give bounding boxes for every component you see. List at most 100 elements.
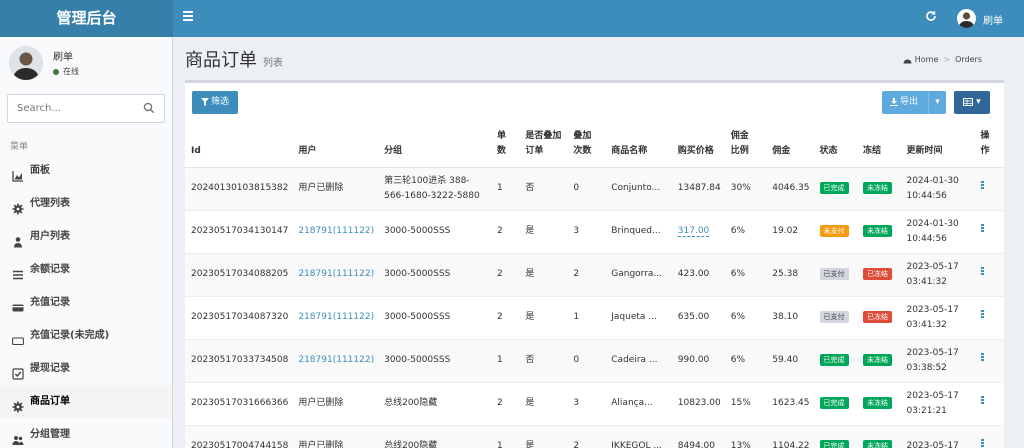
breadcrumb-home[interactable]: Home: [915, 55, 939, 64]
row-actions-menu-icon[interactable]: [980, 224, 984, 233]
gear-icon: [12, 394, 24, 413]
col-group: 分组: [378, 124, 491, 168]
cell-product: IKKEGOL ...: [611, 441, 662, 448]
cell-count: 2: [496, 312, 503, 322]
card-outline-icon: [12, 328, 24, 346]
cell-id: 20230517034088205: [191, 269, 289, 279]
sidebar-item[interactable]: 代理列表: [0, 187, 172, 220]
cell-count: 2: [496, 398, 503, 408]
cell-price[interactable]: 317.00: [677, 226, 710, 237]
cell-group: 总线200隐藏: [384, 441, 438, 448]
status-badge: 已完成: [819, 354, 849, 366]
col-rate: 佣金比例: [724, 124, 767, 168]
sidebar-item[interactable]: 充值记录: [0, 286, 172, 319]
export-dropdown-caret-icon[interactable]: ▾: [928, 91, 946, 114]
cell-stack-times: 0: [573, 355, 580, 365]
status-badge: 已完成: [819, 182, 849, 194]
cell-product: Conjunto...: [611, 183, 661, 193]
cell-updated-date: 2023-05-17: [906, 347, 959, 358]
cell-group: 第三轮100进杀 388-566-1680-3222-5880: [384, 175, 480, 201]
breadcrumb: Home > Orders: [903, 55, 982, 64]
search-input[interactable]: [8, 95, 133, 122]
refresh-icon[interactable]: [925, 10, 937, 27]
cell-group: 3000-5000SSS: [384, 269, 451, 279]
col-id[interactable]: Id: [185, 124, 293, 168]
cell-updated-time: 10:44:56: [906, 233, 947, 244]
col-stacked: 是否叠加订单: [519, 124, 568, 168]
sidebar-item[interactable]: 充值记录(未完成): [0, 319, 172, 352]
user-avatar[interactable]: [957, 9, 976, 28]
row-actions-menu-icon[interactable]: [980, 310, 984, 319]
cell-updated-time: 03:21:21: [906, 405, 947, 416]
sidebar-item[interactable]: 用户列表: [0, 220, 172, 253]
sidebar-item[interactable]: 商品订单: [0, 385, 172, 418]
avatar: [9, 46, 43, 80]
filter-button[interactable]: 筛选: [192, 91, 238, 114]
cell-id: 20230517034130147: [191, 226, 289, 236]
cell-group: 3000-5000SSS: [384, 355, 451, 365]
cell-stacked: 是: [525, 226, 535, 236]
col-status: 状态: [813, 124, 857, 168]
check-square-icon: [12, 361, 24, 380]
freeze-badge: 未冻结: [863, 354, 892, 366]
breadcrumb-separator: >: [943, 55, 951, 64]
export-button[interactable]: 导出 ▾: [882, 91, 946, 114]
sidebar-item-label: 提现记录: [30, 363, 70, 374]
row-actions-menu-icon[interactable]: [980, 396, 984, 405]
sidebar-toggle-icon[interactable]: [183, 11, 195, 23]
user-icon: [12, 229, 24, 248]
online-dot-icon: [53, 68, 59, 75]
orders-box: 筛选 导出 ▾ ▾ Id 用户 分组 单数 是否叠加订单 叠加次数 商品名称 购…: [185, 80, 1004, 448]
cell-product: Gangorra...: [611, 269, 663, 279]
cell-user[interactable]: 218791(111122): [298, 226, 374, 236]
sidebar-item[interactable]: 提现记录: [0, 352, 172, 385]
export-label: 导出: [890, 91, 918, 114]
cell-updated-date: 2023-05-17: [906, 304, 959, 315]
sidebar-item-label: 充值记录: [30, 297, 70, 308]
sidebar-item-label: 用户列表: [30, 231, 70, 242]
cell-id: 20230517033734508: [191, 355, 289, 365]
cell-rate: 13%: [730, 441, 751, 448]
sidebar-menu: 面板 代理列表用户列表余额记录充值记录充值记录(未完成) 提现记录商品订单 分组管理: [0, 154, 172, 448]
cell-updated-date: 2023-05-17: [906, 390, 959, 401]
users-icon: [12, 427, 24, 445]
cell-updated-date: 2023-05-17: [906, 441, 959, 448]
cell-updated-date: 2024-01-30: [906, 218, 959, 229]
status-badge: 已完成: [819, 397, 849, 409]
cell-price: 990.00: [677, 355, 710, 365]
cell-user[interactable]: 218791(111122): [298, 355, 374, 365]
app-logo[interactable]: 管理后台: [0, 0, 173, 37]
content-header: 商品订单 列表: [185, 46, 283, 72]
cell-stacked: 否: [525, 183, 535, 193]
cell-commission: 38.10: [772, 312, 799, 322]
freeze-badge: 未冻结: [863, 225, 892, 237]
sidebar-item[interactable]: 分组管理: [0, 418, 172, 448]
sidebar-item-label: 余额记录: [30, 264, 70, 275]
sidebar: 刷单 在线 菜单 面板代理列表用户列表余额记录充值记录充值记录(未完成) 提现记录…: [0, 37, 173, 448]
online-status: 在线: [53, 66, 79, 77]
sidebar-item[interactable]: 余额记录: [0, 253, 172, 286]
cell-stack-times: 2: [573, 441, 580, 448]
table-icon: [963, 97, 974, 106]
row-actions-menu-icon[interactable]: [980, 267, 984, 276]
cell-group: 总线200隐藏: [384, 398, 438, 408]
sidebar-item[interactable]: 面板: [0, 154, 172, 187]
col-count: 单数: [490, 124, 520, 168]
row-actions-menu-icon[interactable]: [980, 353, 984, 362]
freeze-badge: 未冻结: [863, 182, 892, 194]
columns-toggle-button[interactable]: ▾: [954, 91, 990, 114]
cell-count: 2: [496, 226, 503, 236]
top-user-name[interactable]: 刷单: [983, 12, 1003, 27]
col-user: 用户: [292, 124, 379, 168]
col-actions: 操作: [974, 124, 1004, 168]
row-actions-menu-icon[interactable]: [980, 181, 984, 190]
cell-product: Aliança...: [611, 398, 653, 408]
row-actions-menu-icon[interactable]: [980, 439, 984, 448]
search-icon[interactable]: [143, 102, 155, 114]
cell-user[interactable]: 218791(111122): [298, 312, 374, 322]
cell-count: 1: [496, 183, 503, 193]
cell-group: 3000-5000SSS: [384, 312, 451, 322]
cell-user[interactable]: 218791(111122): [298, 269, 374, 279]
col-price: 购买价格: [671, 124, 725, 168]
cell-updated-time: 03:41:32: [906, 276, 947, 287]
